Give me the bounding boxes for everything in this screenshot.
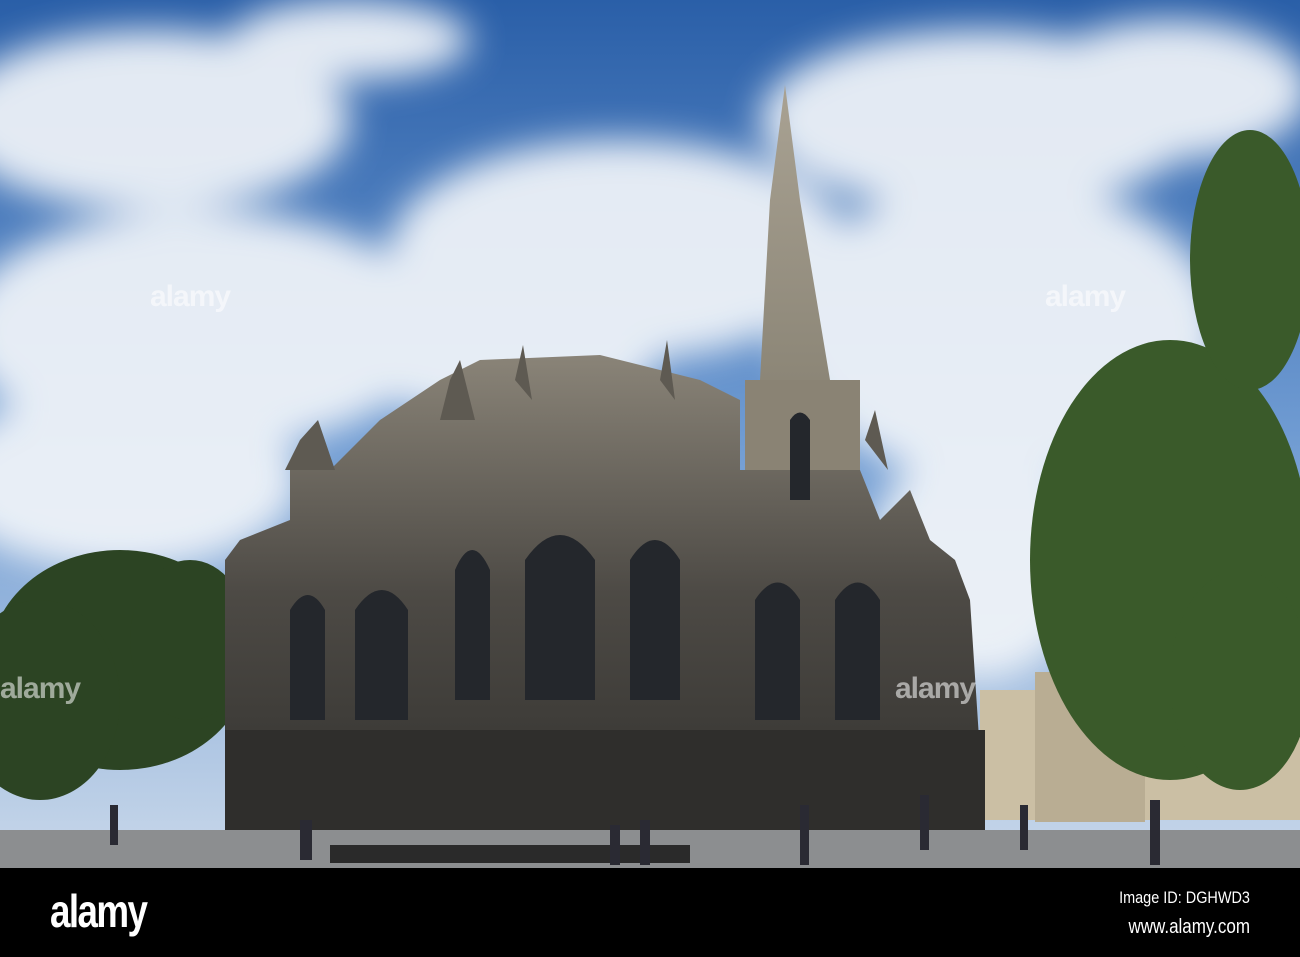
watermark: alamy	[1045, 280, 1126, 313]
stock-photo: alamy alamy alamy alamy alamy Image ID: …	[0, 0, 1300, 957]
watermark: alamy	[895, 672, 976, 705]
site-url: www.alamy.com	[1128, 916, 1250, 938]
image-id: Image ID: DGHWD3	[1119, 888, 1250, 907]
watermark: alamy	[0, 672, 81, 705]
alamy-logo: alamy	[50, 885, 148, 937]
watermark: alamy	[150, 280, 231, 313]
cathedral-photo	[0, 0, 1300, 868]
footer-bar: alamy Image ID: DGHWD3 www.alamy.com	[0, 868, 1300, 957]
